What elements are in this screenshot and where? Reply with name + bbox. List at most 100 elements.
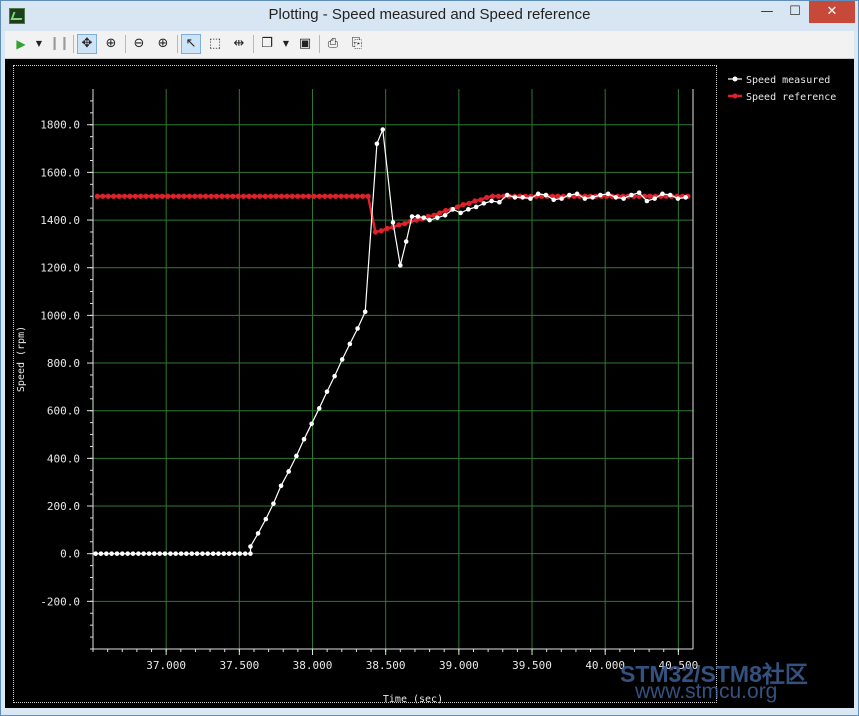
speed-measured-point [605, 191, 611, 197]
zoom-in-icon[interactable]: ⊕ [153, 34, 173, 54]
speed-measured-point [497, 199, 502, 205]
print-preview-icon[interactable]: ⎘ [347, 34, 367, 54]
fit-icon[interactable]: ⇹ [229, 34, 249, 54]
close-button[interactable]: ✕ [809, 1, 855, 23]
speed-measured-point [347, 341, 353, 347]
speed-measured-point [380, 127, 386, 132]
zoom-window-icon[interactable]: ⊕ [101, 34, 121, 54]
speed-reference-point [305, 193, 312, 199]
print-icon[interactable]: ⎙ [323, 34, 343, 54]
legend-swatch-marker [732, 76, 738, 82]
speed-reference-point [311, 193, 317, 199]
toolbar-separator [125, 35, 126, 53]
speed-measured-point [362, 309, 368, 315]
x-tick-label: 37.500 [219, 659, 259, 672]
plot-area[interactable]: 37.000 37.500 38.000 38.500 39.000 39.500 40.0… [5, 59, 854, 708]
pause-icon[interactable]: ❙❙ [49, 34, 70, 54]
speed-measured-point [442, 212, 448, 218]
speed-reference-point [322, 193, 328, 199]
speed-reference-point [402, 221, 408, 227]
speed-reference-point [148, 193, 155, 199]
speed-reference-point [647, 193, 653, 199]
maximize-button[interactable]: ☐ [781, 1, 809, 23]
speed-measured-point [194, 551, 200, 556]
speed-reference-point [372, 229, 379, 235]
window-title: Plotting - Speed measured and Speed refe… [268, 6, 591, 23]
speed-measured-point [242, 551, 248, 556]
dropdown-icon[interactable]: ▼ [34, 34, 44, 54]
plotting-window: Plotting - Speed measured and Speed refe… [0, 0, 859, 716]
toolbar-separator [177, 35, 178, 53]
speed-reference-point [246, 193, 252, 199]
speed-measured-point [582, 196, 588, 201]
speed-reference-point [484, 194, 490, 201]
speed-measured-point [104, 551, 109, 556]
y-tick-label: 400.0 [47, 452, 80, 465]
speed-measured-point [200, 551, 205, 556]
speed-measured-point [114, 551, 120, 556]
speed-measured-point [458, 210, 463, 216]
speed-measured-point [210, 551, 216, 556]
rect-select-icon[interactable]: ⬚ [205, 34, 225, 54]
speed-measured-point [324, 389, 330, 394]
speed-reference-point [349, 193, 355, 199]
speed-measured-point [675, 196, 681, 201]
copy-icon[interactable]: ❐ [257, 34, 277, 54]
speed-measured-point [93, 551, 98, 556]
speed-reference-point [466, 200, 472, 206]
speed-measured-point [551, 197, 556, 203]
minimize-button[interactable]: — [753, 1, 781, 23]
speed-reference-point [443, 207, 449, 214]
speed-measured-point [598, 192, 603, 198]
speed-measured-point [271, 501, 276, 506]
speed-measured-point [339, 357, 345, 362]
speed-reference-point [454, 204, 460, 210]
dropdown-icon[interactable]: ▼ [281, 34, 291, 54]
speed-reference-point [327, 193, 333, 199]
speed-reference-point [354, 193, 360, 199]
speed-reference-point [154, 193, 160, 199]
y-tick-label: -200.0 [40, 595, 80, 608]
speed-measured-point [535, 191, 541, 197]
speed-measured-point [152, 551, 157, 556]
speed-measured-point [136, 551, 141, 556]
speed-measured-point [644, 198, 650, 204]
y-axis-label: Speed (rpm) [16, 326, 27, 392]
speed-reference-point [378, 228, 384, 234]
speed-reference-point [116, 193, 122, 199]
zoom-out-icon[interactable]: ⊖ [129, 34, 149, 54]
y-tick-label: 0.0 [60, 548, 80, 561]
speed-reference-point [396, 222, 402, 228]
speed-measured-point [162, 551, 168, 556]
save-icon[interactable]: ▣ [295, 34, 315, 54]
speed-measured-point [157, 551, 163, 556]
play-icon[interactable]: ▶ [11, 34, 31, 54]
select-icon[interactable]: ↖ [181, 34, 201, 54]
speed-measured-point [427, 217, 432, 223]
speed-measured-point [559, 196, 564, 201]
legend-label: Speed reference [746, 92, 836, 103]
speed-reference-point [208, 193, 214, 199]
title-bar[interactable]: Plotting - Speed measured and Speed refe… [1, 1, 858, 31]
speed-chart[interactable]: 37.000 37.500 38.000 38.500 39.000 39.500 40.0… [5, 59, 854, 708]
pan-icon[interactable]: ✥ [77, 34, 97, 54]
speed-reference-point [230, 193, 236, 199]
speed-reference-point [181, 193, 187, 199]
speed-measured-point [660, 191, 665, 197]
speed-reference-point [273, 193, 279, 199]
y-tick-label: 800.0 [47, 357, 80, 370]
speed-measured-point [221, 551, 227, 556]
speed-measured-point [466, 207, 471, 212]
speed-measured-point [316, 406, 322, 411]
speed-measured-point [248, 551, 253, 556]
speed-measured-point [278, 483, 284, 489]
speed-reference-point [262, 193, 268, 199]
speed-reference-point [338, 193, 344, 199]
speed-measured-point [232, 551, 237, 556]
x-tick-label: 37.000 [146, 659, 186, 672]
speed-reference-point [300, 193, 306, 199]
speed-measured-point [520, 195, 525, 200]
speed-measured-point [567, 192, 572, 198]
y-tick-label: 1600.0 [40, 166, 80, 179]
speed-reference-point [316, 193, 322, 199]
